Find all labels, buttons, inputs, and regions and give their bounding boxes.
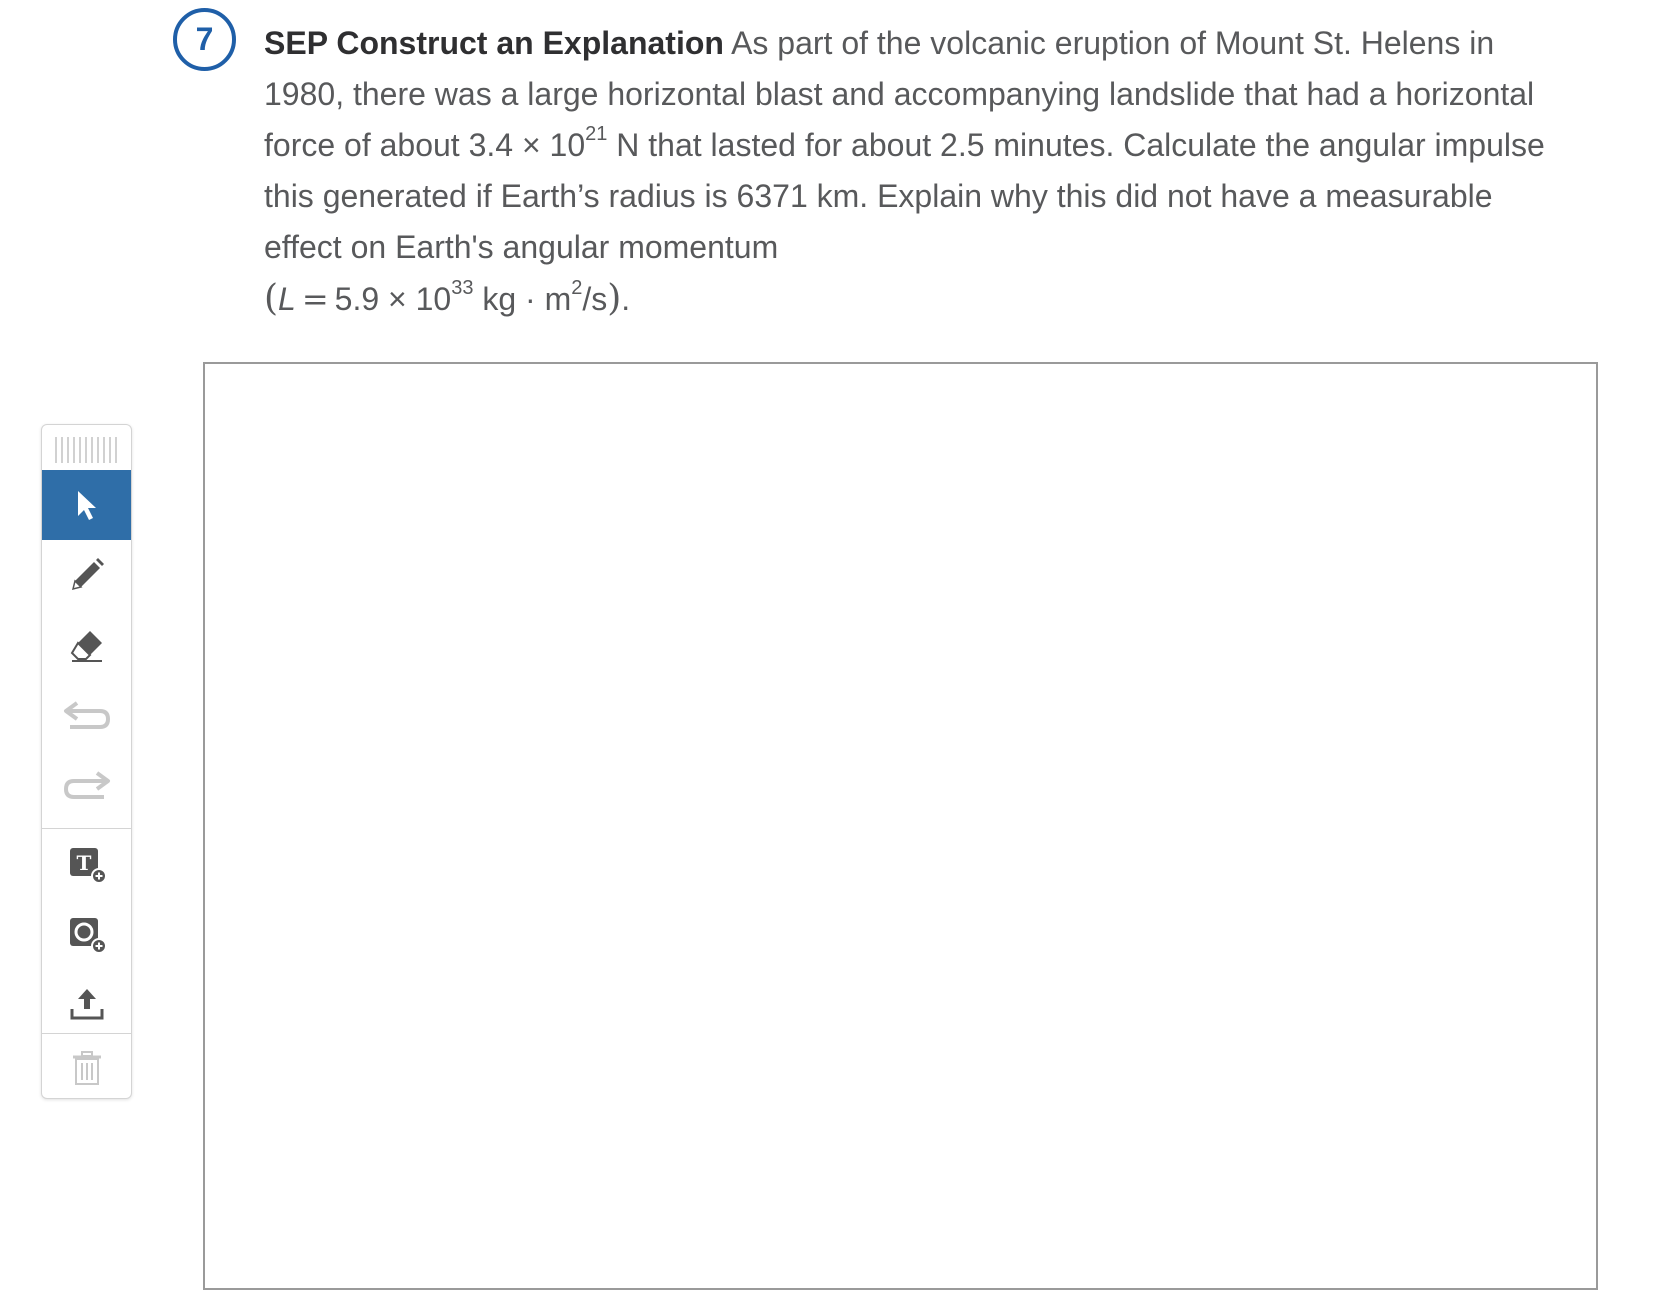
select-tool-button[interactable] bbox=[42, 470, 131, 540]
formula-unit-exponent: 2 bbox=[571, 277, 583, 300]
add-text-button[interactable]: T bbox=[42, 829, 131, 899]
redo-icon bbox=[63, 771, 110, 799]
drawing-toolbar: T bbox=[41, 424, 132, 1099]
formula-unit-per-second: /s bbox=[582, 281, 608, 317]
formula-close-paren: ) bbox=[607, 278, 622, 319]
undo-button[interactable] bbox=[42, 680, 131, 750]
shape-add-icon bbox=[69, 918, 107, 954]
formula-period: . bbox=[621, 281, 631, 317]
upload-icon bbox=[70, 989, 103, 1020]
formula-exponent: 33 bbox=[451, 277, 474, 300]
formula-value: 5.9 × 10 bbox=[334, 281, 452, 317]
force-exponent: 21 bbox=[585, 123, 608, 146]
formula-open-paren: ( bbox=[264, 278, 279, 319]
formula-variable: L bbox=[278, 281, 296, 317]
delete-button[interactable] bbox=[42, 1033, 131, 1098]
question-lead: SEP Construct an Explanation bbox=[264, 25, 724, 61]
pencil-tool-button[interactable] bbox=[42, 540, 131, 610]
question-text: SEP Construct an Explanation As part of … bbox=[264, 18, 1564, 325]
eraser-icon bbox=[70, 631, 102, 662]
redo-button[interactable] bbox=[42, 750, 131, 820]
undo-icon bbox=[63, 701, 110, 729]
question-number-badge: 7 bbox=[173, 8, 236, 71]
eraser-tool-button[interactable] bbox=[42, 610, 131, 680]
formula-unit: kg · m bbox=[473, 281, 572, 317]
text-tool-glyph: T bbox=[76, 851, 91, 875]
answer-drawing-canvas[interactable] bbox=[203, 362, 1598, 1290]
formula-equals: = bbox=[301, 280, 329, 318]
upload-button[interactable] bbox=[42, 969, 131, 1039]
add-shape-button[interactable] bbox=[42, 899, 131, 969]
pencil-icon bbox=[71, 558, 104, 591]
drag-handle-icon[interactable] bbox=[54, 437, 120, 463]
trash-icon bbox=[72, 1051, 101, 1085]
text-add-icon: T bbox=[69, 848, 107, 884]
cursor-arrow-icon bbox=[77, 491, 96, 520]
